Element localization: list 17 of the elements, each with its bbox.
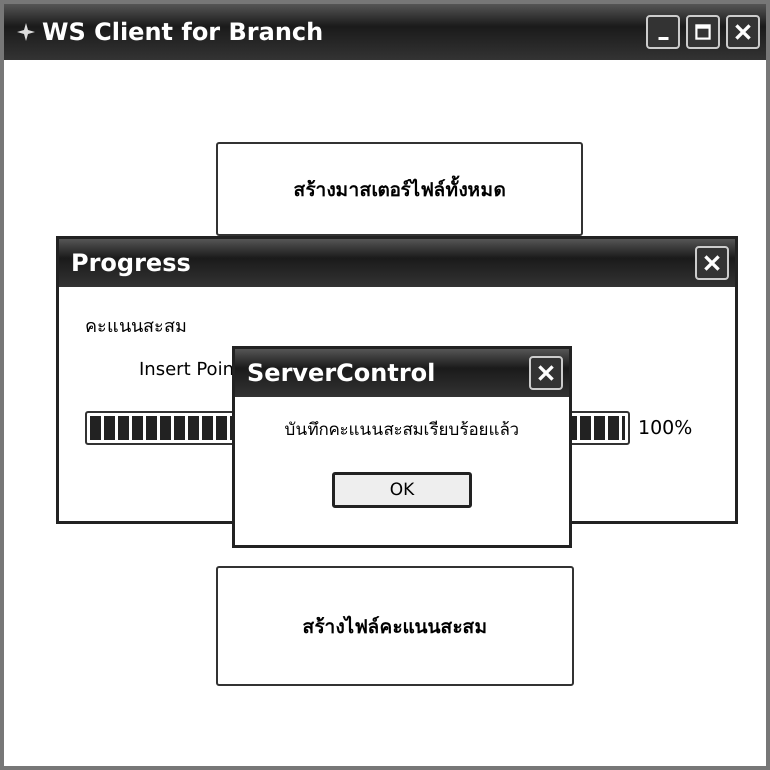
maximize-button[interactable]	[686, 15, 720, 49]
ok-button[interactable]: OK	[332, 472, 472, 508]
window-title: Progress	[71, 249, 191, 277]
close-button[interactable]	[726, 15, 760, 49]
minimize-icon	[658, 36, 668, 40]
progress-heading: คะแนนสะสม	[85, 315, 187, 339]
close-button[interactable]	[695, 246, 729, 280]
minimize-button[interactable]	[646, 15, 680, 49]
create-points-file-button[interactable]: สร้างไฟล์คะแนนสะสม	[216, 566, 574, 686]
window-title: WS Client for Branch	[42, 18, 324, 46]
progress-status: Insert Poin	[139, 359, 234, 380]
progress-percent: 100%	[638, 417, 692, 439]
sparkle-icon	[16, 22, 36, 42]
create-master-files-button[interactable]: สร้างมาสเตอร์ไฟล์ทั้งหมด	[216, 142, 583, 236]
dialog-message: บันทึกคะแนนสะสมเรียบร้อยแล้ว	[284, 419, 520, 442]
dialog-title: ServerControl	[247, 359, 436, 387]
close-button[interactable]	[529, 356, 563, 390]
